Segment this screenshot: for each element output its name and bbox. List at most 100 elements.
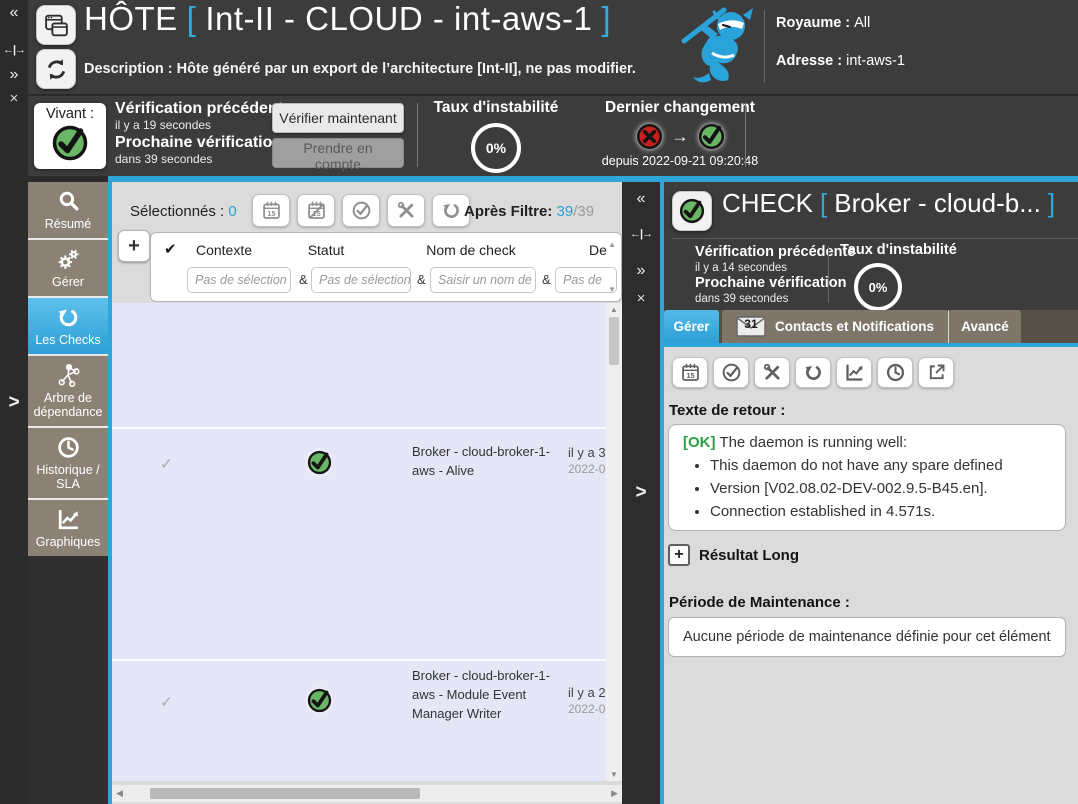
vertical-scroll-thumb[interactable] bbox=[609, 317, 619, 365]
left-collapse-rail: « ←|→ » × > bbox=[0, 0, 28, 804]
check-name-filter-input[interactable]: Saisir un nom de check bbox=[430, 267, 536, 293]
sidebar-item-label: Historique / SLA bbox=[30, 463, 106, 491]
status-ok-icon bbox=[306, 687, 333, 714]
row-selected-check-icon[interactable]: ✓ bbox=[160, 455, 173, 473]
calendar-off-icon: 15 bbox=[306, 200, 327, 221]
tools-icon bbox=[396, 200, 417, 221]
status-ok-icon bbox=[678, 197, 706, 225]
horizontal-scroll-thumb[interactable] bbox=[150, 788, 420, 799]
status-ok-icon bbox=[50, 123, 90, 163]
tab-contacts-et-notifications[interactable]: 31Contacts et Notifications bbox=[722, 310, 948, 343]
bracket-open: [ bbox=[187, 0, 197, 37]
sidebar-item-historique-sla[interactable]: Historique / SLA bbox=[28, 428, 108, 498]
scroll-down-icon[interactable]: ▼ bbox=[606, 770, 622, 779]
after-filter-label: Après Filtre: 39/39 bbox=[464, 203, 594, 220]
realm-row: Royaume :All bbox=[776, 15, 870, 31]
filter-and-separator: & bbox=[542, 272, 551, 287]
bracket-close: ] bbox=[601, 0, 611, 37]
close-icon[interactable]: × bbox=[622, 290, 660, 307]
undo-icon bbox=[803, 362, 824, 383]
monitoring-app: « ←|→ » × > HÔTE[Int-II - CLOUD - int-aw… bbox=[0, 0, 1078, 804]
sidebar-item-les-checks[interactable]: Les Checks bbox=[28, 298, 108, 354]
table-row[interactable]: ✓Broker - cloud-broker-1-aws - Aliveil y… bbox=[112, 427, 606, 659]
table-row[interactable]: ✓ Broker - cloud-broker-1-aws - Module Ev… bbox=[112, 659, 606, 804]
tab-avance[interactable]: Avancé bbox=[949, 310, 1021, 343]
gears-icon bbox=[30, 247, 106, 272]
check-circle-icon bbox=[351, 200, 372, 221]
vertical-scrollbar: ▲ ▼ bbox=[606, 303, 622, 781]
maintenance-box: Aucune période de maintenance définie po… bbox=[668, 617, 1066, 657]
output-bullet: Connection established in 4.571s. bbox=[710, 503, 1051, 520]
long-result-label: Résultat Long bbox=[699, 547, 799, 564]
expand-long-result-button[interactable]: + bbox=[668, 544, 690, 566]
acknowledge-button[interactable]: Prendre en compte bbox=[272, 138, 404, 168]
refresh-icon bbox=[44, 57, 69, 82]
check-status-button[interactable] bbox=[672, 191, 712, 231]
horizontal-scrollbar: ◀ ▶ bbox=[112, 785, 622, 802]
tools-button[interactable] bbox=[387, 194, 425, 227]
scroll-right-icon[interactable]: ▶ bbox=[611, 788, 618, 799]
clock-button[interactable] bbox=[877, 357, 913, 388]
check-name: Broker - cloud-broker-1-aws - Module Eve… bbox=[412, 667, 562, 724]
statut-filter-select[interactable]: Pas de sélection▾ bbox=[311, 267, 411, 293]
calendar-off-button[interactable]: 15 bbox=[297, 194, 335, 227]
undo-button[interactable] bbox=[795, 357, 831, 388]
checks-table-body: ✓Broker - cloud-broker-1-aws - Aliveil y… bbox=[112, 303, 606, 781]
instability-block: Taux d'instabilité 0% bbox=[840, 242, 957, 311]
status-ok-icon bbox=[697, 122, 726, 151]
sidebar-item-gerer[interactable]: Gérer bbox=[28, 240, 108, 296]
tab-label: Gérer bbox=[673, 319, 709, 334]
contexte-filter-select[interactable]: Pas de sélection▾ bbox=[187, 267, 291, 293]
search-icon bbox=[30, 189, 106, 214]
host-header: HÔTE[Int-II - CLOUD - int-aws-1] Descrip… bbox=[28, 0, 1078, 95]
output-bullet: Version [V02.08.02-DEV-002.9.5-B45.en]. bbox=[710, 480, 1051, 497]
resize-horizontal-icon[interactable]: ←|→ bbox=[622, 228, 660, 240]
collapse-left-icon[interactable]: « bbox=[0, 4, 28, 22]
check-circle-button[interactable] bbox=[342, 194, 380, 227]
open-panel-icon[interactable]: > bbox=[0, 392, 28, 414]
row-selected-check-icon[interactable]: ✓ bbox=[160, 693, 173, 711]
checks-panel: Sélectionnés : 0 15 15 Après Filtre: 39/3… bbox=[112, 182, 622, 804]
expand-right-icon[interactable]: » bbox=[0, 66, 28, 84]
sidebar-item-arbre-de-dependance[interactable]: Arbre de dépendance bbox=[28, 356, 108, 426]
calendar-15-button[interactable]: 15 bbox=[252, 194, 290, 227]
header-scroll-up-icon[interactable]: ▲ bbox=[608, 240, 616, 249]
app-logo[interactable] bbox=[676, 3, 760, 89]
selected-count-label: Sélectionnés : 0 bbox=[130, 203, 237, 220]
sidebar-item-resume[interactable]: Résumé bbox=[28, 182, 108, 238]
header-scroll-down-icon[interactable]: ▼ bbox=[608, 285, 616, 294]
address-row: Adresse :int-aws-1 bbox=[776, 53, 905, 69]
host-icon-button[interactable] bbox=[36, 5, 76, 45]
chart-icon bbox=[30, 507, 106, 532]
sidebar-item-graphiques[interactable]: Graphiques bbox=[28, 500, 108, 556]
scroll-left-icon[interactable]: ◀ bbox=[116, 788, 123, 799]
check-circle-icon bbox=[721, 362, 742, 383]
host-window-icon bbox=[43, 12, 70, 39]
column-header-nom: Nom de check bbox=[426, 242, 515, 258]
sidebar-item-label: Les Checks bbox=[30, 333, 106, 347]
check-now-button[interactable]: Vérifier maintenant bbox=[272, 103, 404, 133]
chart-button[interactable] bbox=[836, 357, 872, 388]
expand-right-icon[interactable]: » bbox=[622, 262, 660, 280]
check-circle-button[interactable] bbox=[713, 357, 749, 388]
column-header-statut: Statut bbox=[308, 242, 345, 258]
detail-content: 15 Texte de retour : [OK] The daemon is … bbox=[664, 347, 1078, 804]
add-filter-button[interactable]: + bbox=[118, 230, 150, 262]
sidebar-item-label: Graphiques bbox=[30, 535, 106, 549]
output-bullet-list: This daemon do not have any spare define… bbox=[683, 457, 1051, 520]
page-title: HÔTE[Int-II - CLOUD - int-aws-1] bbox=[84, 0, 620, 38]
external-link-button[interactable] bbox=[918, 357, 954, 388]
resize-horizontal-icon[interactable]: ←|→ bbox=[0, 44, 28, 56]
collapse-left-icon[interactable]: « bbox=[622, 190, 660, 208]
tools-button[interactable] bbox=[754, 357, 790, 388]
header-divider bbox=[672, 238, 1078, 239]
address-value: int-aws-1 bbox=[846, 53, 905, 69]
close-icon[interactable]: × bbox=[0, 90, 28, 107]
select-all-check-icon[interactable]: ✔ bbox=[164, 240, 177, 258]
scroll-up-icon[interactable]: ▲ bbox=[606, 305, 622, 314]
calendar-15-button[interactable]: 15 bbox=[672, 357, 708, 388]
tab-gerer[interactable]: Gérer bbox=[664, 310, 719, 343]
status-critical-icon bbox=[635, 122, 664, 151]
refresh-button[interactable] bbox=[36, 49, 76, 89]
open-panel-icon[interactable]: > bbox=[622, 482, 660, 504]
